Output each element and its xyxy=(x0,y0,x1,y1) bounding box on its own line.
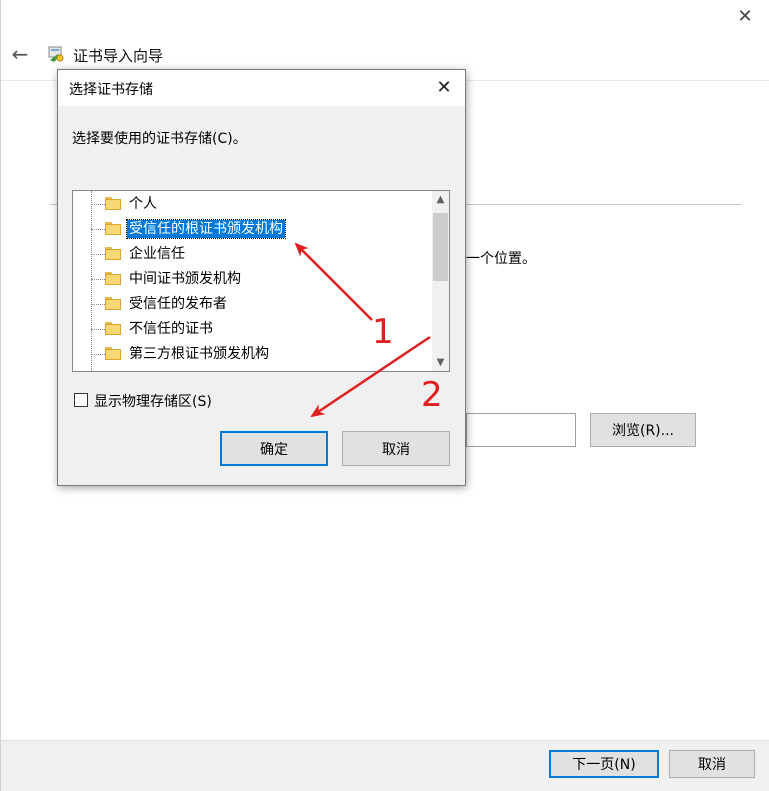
instruction-text: 一个位置。 xyxy=(466,251,536,267)
tree-item-store[interactable]: 中间证书颁发机构 xyxy=(73,267,431,292)
folder-icon xyxy=(105,197,121,210)
dialog-cancel-button[interactable]: 取消 xyxy=(342,431,450,466)
folder-icon xyxy=(105,347,121,360)
tree-item-store[interactable]: 第三方根证书颁发机构 xyxy=(73,342,431,367)
tree-connector xyxy=(91,279,105,280)
folder-icon xyxy=(105,272,121,285)
tree-connector xyxy=(91,254,105,255)
folder-icon xyxy=(105,322,121,335)
wizard-title: 证书导入向导 xyxy=(73,47,164,65)
tree-scrollbar[interactable]: ▲ ▼ xyxy=(432,191,449,371)
window-edge xyxy=(0,0,1,791)
tree-item-store[interactable]: 受信任的发布者 xyxy=(73,292,431,317)
scroll-up-icon[interactable]: ▲ xyxy=(432,191,449,208)
store-path-input[interactable] xyxy=(466,413,576,447)
tree-item-label: 受信任的根证书颁发机构 xyxy=(126,219,286,239)
tree-item-label: 个人 xyxy=(129,196,157,212)
tree-connector xyxy=(91,229,105,230)
tree-item-store[interactable]: 企业信任 xyxy=(73,242,431,267)
certificate-store-tree[interactable]: 个人受信任的根证书颁发机构企业信任中间证书颁发机构 受信任的发布者 不信任的证书第三… xyxy=(72,190,450,372)
tree-item-store[interactable]: 受信任的根证书颁发机构 xyxy=(73,217,431,242)
tree-connector xyxy=(91,304,105,305)
dialog-prompt: 选择要使用的证书存储(C)。 xyxy=(72,131,247,147)
next-button[interactable]: 下一页(N) xyxy=(549,750,659,778)
show-physical-stores-checkbox[interactable] xyxy=(74,393,88,407)
tree-connector xyxy=(91,354,105,355)
tree-item-label: 受信任的发布者 xyxy=(129,296,227,312)
folder-icon xyxy=(105,247,121,260)
tree-item-store[interactable]: 个人 xyxy=(73,192,431,217)
wizard-cancel-button[interactable]: 取消 xyxy=(669,750,755,778)
folder-icon xyxy=(105,222,121,235)
tree-item-label: 中间证书颁发机构 xyxy=(129,271,241,287)
scroll-down-icon[interactable]: ▼ xyxy=(432,354,449,371)
tree-connector xyxy=(91,329,105,330)
wizard-close-icon[interactable]: ✕ xyxy=(733,6,757,28)
scroll-thumb[interactable] xyxy=(433,213,448,281)
tree-item-label: 企业信任 xyxy=(129,246,185,262)
back-arrow-icon[interactable]: ← xyxy=(8,42,32,66)
tree-connector xyxy=(91,204,105,205)
select-certificate-store-dialog: 选择证书存储 ✕ 选择要使用的证书存储(C)。 个人受信任的根证书颁发机构企业信… xyxy=(57,69,466,486)
tree-item-store[interactable]: 不信任的证书 xyxy=(73,317,431,342)
tree-item-label: 第三方根证书颁发机构 xyxy=(129,346,269,362)
folder-icon xyxy=(105,297,121,310)
certificate-wizard-icon xyxy=(46,44,66,64)
dialog-title: 选择证书存储 xyxy=(69,82,153,98)
show-physical-stores-label[interactable]: 显示物理存储区(S) xyxy=(94,391,212,411)
browse-button[interactable]: 浏览(R)... xyxy=(590,413,696,447)
tree-item-label: 不信任的证书 xyxy=(129,321,213,337)
ok-button[interactable]: 确定 xyxy=(220,431,328,466)
dialog-close-icon[interactable]: ✕ xyxy=(430,76,458,100)
